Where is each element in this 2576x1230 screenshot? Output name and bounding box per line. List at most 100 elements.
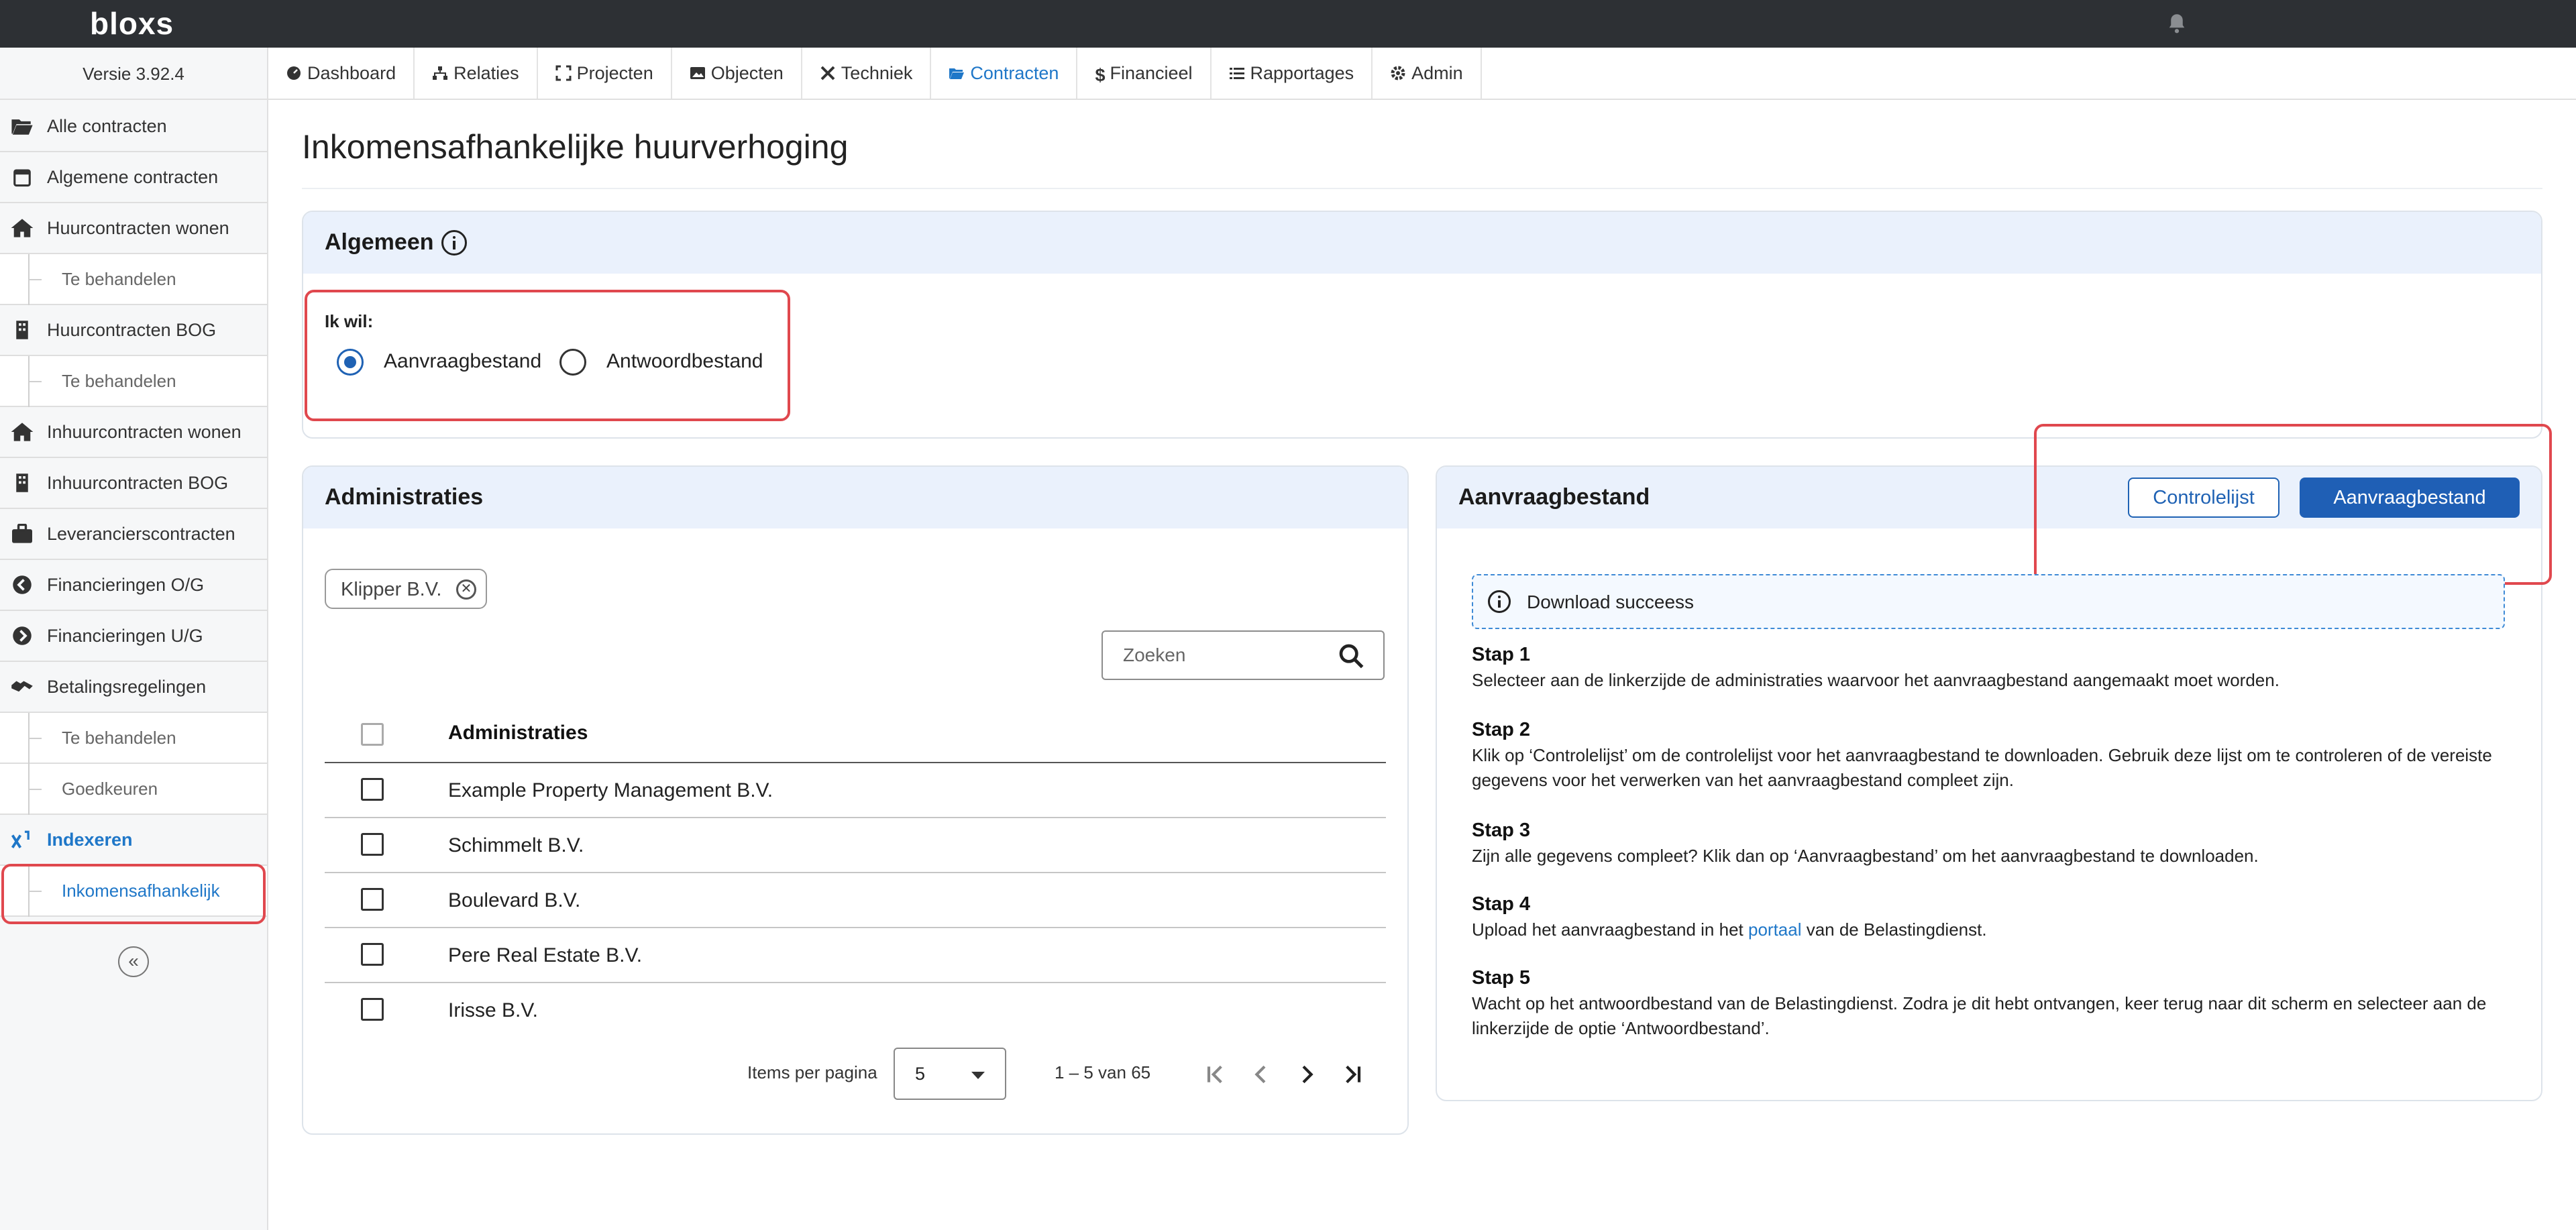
brand-logo[interactable]: bloxs xyxy=(90,5,174,42)
items-per-page-label: Items per pagina xyxy=(747,1062,877,1082)
sidebar-subitem-goedkeuren[interactable]: Goedkeuren xyxy=(0,764,267,815)
search-box xyxy=(1102,630,1385,680)
sidebar-item-label: Betalingsregelingen xyxy=(47,676,207,697)
step-text: Wacht op het antwoordbestand van de Bela… xyxy=(1472,993,2487,1038)
nav-objecten[interactable]: Objecten xyxy=(672,48,802,99)
briefcase-icon xyxy=(12,524,32,543)
home-icon xyxy=(11,423,34,441)
nav-techniek[interactable]: Techniek xyxy=(802,48,932,99)
nav-admin[interactable]: Admin xyxy=(1373,48,1482,99)
sidebar-subitem-te-behandelen[interactable]: Te behandelen xyxy=(0,713,267,764)
previous-page-icon[interactable] xyxy=(1248,1061,1275,1088)
chip-label: Klipper B.V. xyxy=(341,579,442,600)
card-header: Algemeen xyxy=(303,212,2541,274)
card-header: Administraties xyxy=(303,467,1407,528)
sidebar-item-label: Algemene contracten xyxy=(47,166,219,187)
select-all-checkbox[interactable] xyxy=(361,723,384,746)
nav-rapportages[interactable]: Rapportages xyxy=(1212,48,1373,99)
items-per-page-select[interactable]: 5 xyxy=(894,1048,1006,1100)
card-title: Algemeen xyxy=(325,229,434,255)
row-checkbox[interactable] xyxy=(361,888,384,911)
nav-financieel[interactable]: $ Financieel xyxy=(1077,48,1212,99)
sidebar-item-label: Goedkeuren xyxy=(62,778,158,799)
table-row: Irisse B.V. xyxy=(448,999,538,1021)
dashboard-icon xyxy=(287,66,301,80)
highlight-box xyxy=(2034,424,2552,585)
tools-icon xyxy=(820,66,835,80)
table-row: Pere Real Estate B.V. xyxy=(448,944,643,966)
row-divider xyxy=(325,872,1386,873)
sidebar-item-financieringen-og[interactable]: Financieringen O/G xyxy=(0,560,267,611)
search-input[interactable] xyxy=(1104,633,1319,677)
bell-icon[interactable] xyxy=(2167,12,2187,35)
sidebar-item-indexeren[interactable]: Indexeren xyxy=(0,815,267,866)
card-title: Aanvraagbestand xyxy=(1458,484,1650,510)
relations-icon xyxy=(433,66,448,80)
divider xyxy=(302,188,2542,189)
top-nav: Dashboard Relaties Projecten Objecten Te… xyxy=(268,48,2576,100)
step-text: Klik op ‘Controlelijst’ om de controleli… xyxy=(1472,745,2492,790)
sidebar-item-label: Alle contracten xyxy=(47,115,167,136)
collapse-sidebar-button[interactable]: « xyxy=(118,946,149,977)
sidebar-item-huurcontracten-wonen[interactable]: Huurcontracten wonen xyxy=(0,203,267,254)
home-icon xyxy=(11,219,34,237)
row-checkbox[interactable] xyxy=(361,998,384,1021)
search-icon[interactable] xyxy=(1338,642,1364,669)
page-range: 1 – 5 van 65 xyxy=(1055,1062,1151,1082)
first-page-icon[interactable] xyxy=(1202,1061,1229,1088)
sidebar-item-financieringen-ug[interactable]: Financieringen U/G xyxy=(0,611,267,662)
sidebar-item-label: Huurcontracten BOG xyxy=(47,319,217,340)
row-checkbox[interactable] xyxy=(361,778,384,801)
row-checkbox[interactable] xyxy=(361,833,384,856)
sidebar-item-leverancierscontracten[interactable]: Leverancierscontracten xyxy=(0,509,267,560)
nav-dashboard[interactable]: Dashboard xyxy=(268,48,415,99)
nav-label: Admin xyxy=(1411,62,1463,83)
handshake-icon xyxy=(11,681,33,692)
select-value: 5 xyxy=(915,1064,926,1084)
arrow-circle-left-icon xyxy=(13,575,32,594)
sidebar-item-betalingsregelingen[interactable]: Betalingsregelingen xyxy=(0,662,267,713)
building-icon xyxy=(16,473,28,492)
arrow-circle-right-icon xyxy=(13,626,32,645)
nav-projecten[interactable]: Projecten xyxy=(538,48,672,99)
sidebar-item-label: Huurcontracten wonen xyxy=(47,217,229,238)
column-header: Administraties xyxy=(448,722,588,744)
sidebar-item-label: Leverancierscontracten xyxy=(47,523,235,544)
calendar-icon xyxy=(13,169,31,187)
table-header-divider xyxy=(325,762,1386,763)
nav-label: Dashboard xyxy=(307,62,396,83)
step-title: Stap 4 xyxy=(1472,893,1531,915)
row-checkbox[interactable] xyxy=(361,943,384,966)
highlight-box xyxy=(305,290,790,421)
projects-icon xyxy=(555,65,572,81)
objects-icon xyxy=(690,67,705,79)
version-label: Versie 3.92.4 xyxy=(0,48,267,100)
list-icon xyxy=(1229,68,1244,79)
sidebar-subitem-te-behandelen[interactable]: Te behandelen xyxy=(0,254,267,305)
top-bar: bloxs xyxy=(0,0,2576,48)
nav-label: Projecten xyxy=(576,62,653,83)
sidebar-item-alle-contracten[interactable]: Alle contracten xyxy=(0,101,267,152)
row-divider xyxy=(325,982,1386,983)
sidebar-subitem-te-behandelen[interactable]: Te behandelen xyxy=(0,356,267,407)
sidebar-item-label: Inhuurcontracten BOG xyxy=(47,472,229,493)
step-text-part: Upload het aanvraagbestand in het xyxy=(1472,919,1748,940)
caret-down-icon xyxy=(971,1072,985,1079)
page-title: Inkomensafhankelijke huurverhoging xyxy=(302,128,849,166)
nav-relaties[interactable]: Relaties xyxy=(415,48,538,99)
next-page-icon[interactable] xyxy=(1293,1061,1320,1088)
remove-chip-icon[interactable]: ✕ xyxy=(456,579,476,600)
portaal-link[interactable]: portaal xyxy=(1748,919,1802,940)
last-page-icon[interactable] xyxy=(1339,1061,1366,1088)
sidebar-item-inhuurcontracten-wonen[interactable]: Inhuurcontracten wonen xyxy=(0,407,267,458)
card-title: Administraties xyxy=(325,484,484,510)
sidebar-item-inhuurcontracten-bog[interactable]: Inhuurcontracten BOG xyxy=(0,458,267,509)
step-title: Stap 5 xyxy=(1472,967,1531,989)
info-icon[interactable] xyxy=(441,230,467,256)
step-text: Zijn alle gegevens compleet? Klik dan op… xyxy=(1472,846,2259,866)
sidebar-item-huurcontracten-bog[interactable]: Huurcontracten BOG xyxy=(0,305,267,356)
sidebar-item-algemene-contracten[interactable]: Algemene contracten xyxy=(0,152,267,203)
filter-chip[interactable]: Klipper B.V. ✕ xyxy=(325,569,487,609)
nav-contracten[interactable]: Contracten xyxy=(931,48,1078,99)
sidebar-item-label: Financieringen O/G xyxy=(47,574,205,595)
